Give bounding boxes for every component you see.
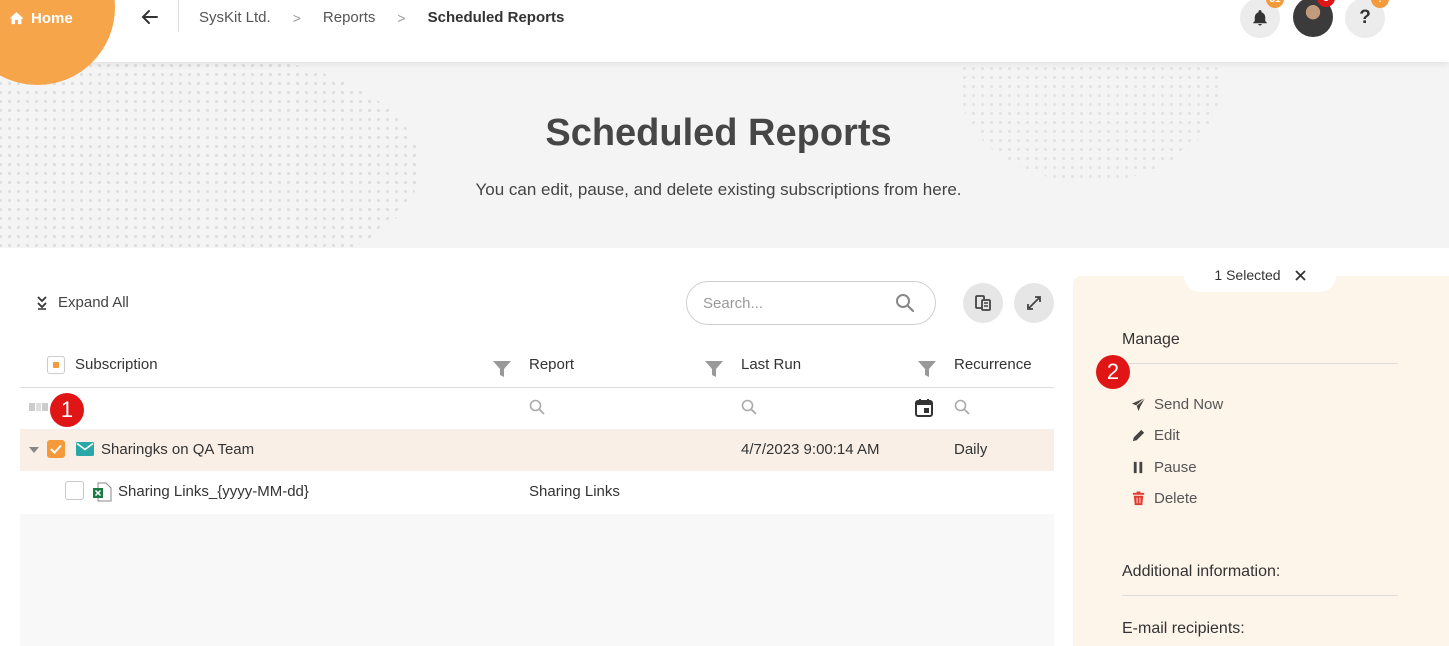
- grid-empty-area: [20, 514, 1054, 646]
- expand-all-label: Expand All: [58, 294, 129, 311]
- search-icon[interactable]: [895, 293, 915, 313]
- trash-icon: [1132, 491, 1145, 506]
- bell-icon: [1253, 10, 1267, 26]
- search-box[interactable]: [686, 281, 936, 325]
- chevron-right-icon: >: [397, 9, 406, 26]
- table-row[interactable]: Sharing Links_{yyyy-MM-dd} Sharing Links: [20, 471, 1054, 514]
- column-header-subscription[interactable]: Subscription: [75, 356, 158, 373]
- filter-icon[interactable]: [704, 360, 724, 378]
- step-marker-2: 2: [1096, 355, 1130, 389]
- column-header-last-run[interactable]: Last Run: [741, 356, 801, 373]
- export-button[interactable]: [963, 283, 1003, 323]
- search-icon[interactable]: [529, 399, 545, 415]
- search-icon[interactable]: [954, 399, 970, 415]
- chevron-right-icon: >: [292, 9, 301, 26]
- edit-label: Edit: [1154, 427, 1180, 444]
- cell-subscription: Sharingks on QA Team: [101, 441, 255, 458]
- expand-all-button[interactable]: Expand All: [36, 294, 129, 311]
- delete-label: Delete: [1154, 490, 1198, 507]
- step-marker-1: 1: [50, 393, 84, 427]
- decorative-dots: [0, 62, 420, 248]
- breadcrumb-item-reports[interactable]: Reports: [323, 9, 376, 26]
- check-icon: [50, 444, 62, 454]
- search-input[interactable]: [703, 293, 883, 313]
- selection-tab: 1 Selected: [1184, 258, 1336, 292]
- arrow-left-icon: [141, 10, 158, 24]
- excel-file-icon: [93, 482, 112, 502]
- double-chevron-down-icon: [37, 295, 47, 310]
- pause-icon: [1133, 461, 1143, 474]
- search-icon[interactable]: [741, 399, 757, 415]
- back-button[interactable]: [140, 7, 160, 27]
- page-subtitle: You can edit, pause, and delete existing…: [475, 180, 962, 199]
- question-icon: ?: [1359, 7, 1371, 28]
- delete-button[interactable]: Delete: [1131, 490, 1197, 507]
- row-checkbox[interactable]: [65, 481, 84, 500]
- page-header: Scheduled Reports You can edit, pause, a…: [0, 62, 1449, 248]
- row-checkbox[interactable]: [47, 440, 65, 458]
- send-now-label: Send Now: [1154, 396, 1224, 413]
- column-header-recurrence[interactable]: Recurrence: [954, 356, 1032, 373]
- export-icon: [975, 295, 991, 311]
- cell-subscription: Sharing Links_{yyyy-MM-dd}: [118, 483, 309, 500]
- text-filter-icon[interactable]: [29, 401, 49, 413]
- cell-recurrence: Daily: [954, 441, 988, 458]
- collapse-caret-icon[interactable]: [29, 447, 39, 453]
- fullscreen-button[interactable]: [1014, 283, 1054, 323]
- email-icon: [76, 442, 94, 456]
- close-icon[interactable]: [1294, 269, 1306, 281]
- cell-last-run: 4/7/2023 9:00:14 AM: [741, 441, 880, 458]
- selected-count: 1 Selected: [1214, 267, 1281, 283]
- additional-info-heading: Additional information:: [1122, 563, 1281, 580]
- send-now-button[interactable]: Send Now: [1131, 396, 1223, 413]
- filter-icon[interactable]: [917, 360, 937, 378]
- divider: [1122, 595, 1398, 596]
- pause-label: Pause: [1154, 459, 1197, 476]
- divider: [1122, 363, 1398, 364]
- breadcrumb-item-org[interactable]: SysKit Ltd.: [199, 9, 271, 26]
- pencil-icon: [1132, 429, 1145, 442]
- grid-header: Subscription Report Last Run Recurrence: [20, 343, 1054, 388]
- breadcrumb-item-current: Scheduled Reports: [427, 9, 565, 26]
- home-label: Home: [31, 10, 73, 27]
- column-header-report[interactable]: Report: [529, 356, 574, 373]
- filter-row: [20, 388, 1054, 429]
- table-row[interactable]: Sharingks on QA Team 4/7/2023 9:00:14 AM…: [20, 429, 1054, 471]
- home-link[interactable]: Home: [8, 10, 73, 27]
- calendar-icon[interactable]: [914, 398, 934, 418]
- home-icon: [9, 12, 24, 25]
- edit-button[interactable]: Edit: [1131, 427, 1180, 444]
- filter-icon[interactable]: [492, 360, 512, 378]
- breadcrumb: SysKit Ltd. > Reports > Scheduled Report…: [199, 9, 564, 26]
- divider: [178, 0, 179, 32]
- cell-report: Sharing Links: [529, 483, 620, 500]
- pause-button[interactable]: Pause: [1131, 459, 1197, 476]
- paper-plane-icon: [1131, 397, 1146, 412]
- email-recipients-label: E-mail recipients:: [1122, 620, 1245, 637]
- select-all-checkbox[interactable]: [47, 356, 65, 374]
- expand-arrows-icon: [1027, 296, 1041, 310]
- page-title: Scheduled Reports: [545, 112, 892, 154]
- manage-heading: Manage: [1122, 331, 1180, 348]
